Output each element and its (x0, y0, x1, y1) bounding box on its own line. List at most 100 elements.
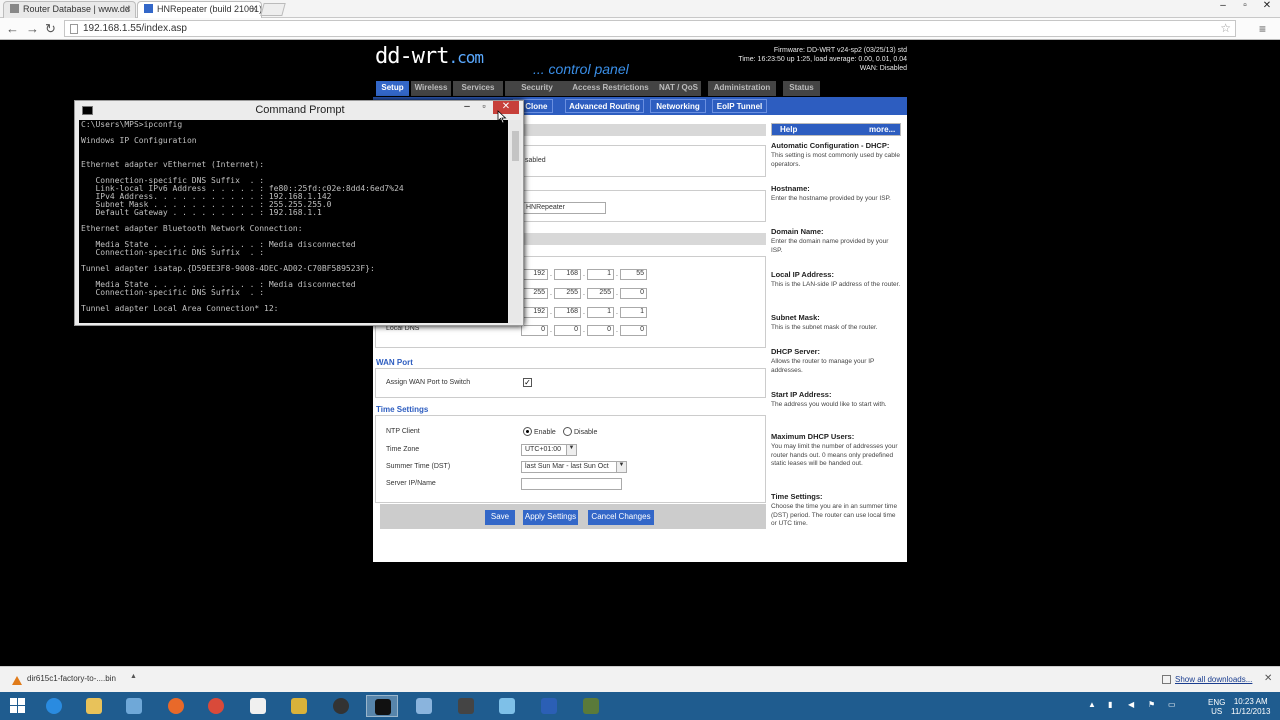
subnet-mask-octet-2[interactable]: 255 (554, 288, 581, 299)
subnet-mask-octet-4[interactable]: 0 (620, 288, 647, 299)
command-prompt-taskbar-icon[interactable] (366, 695, 398, 717)
new-tab-button[interactable] (260, 3, 286, 16)
network-status-icon[interactable]: ▮ (1108, 700, 1112, 709)
language-indicator[interactable]: ENG US (1208, 698, 1225, 716)
back-icon[interactable]: ← (6, 21, 19, 36)
subnet-mask-octet-3[interactable]: 255 (587, 288, 614, 299)
chevron-down-icon: ▼ (616, 462, 626, 472)
assign-wan-checkbox[interactable]: ✓ (523, 378, 532, 387)
gateway-octet-4[interactable]: 1 (620, 307, 647, 318)
local-ip-octet-4[interactable]: 55 (620, 269, 647, 280)
volume-icon[interactable]: ◀ (1128, 700, 1134, 709)
cancel-changes-button[interactable]: Cancel Changes (588, 510, 654, 525)
local-dns-octet-4[interactable]: 0 (620, 325, 647, 336)
chevron-down-icon[interactable]: ▲ (130, 673, 137, 680)
help-more-link[interactable]: more... (869, 125, 895, 134)
help-item-text: Enter the hostname provided by your ISP. (771, 195, 891, 202)
console-line: C:\Users\MPS>ipconfig (81, 120, 183, 129)
url-text: 192.168.1.55/index.asp (83, 23, 187, 34)
local-dns-octet-1[interactable]: 0 (521, 325, 548, 336)
browser-tab-router-database[interactable]: Router Database | www.dd × (3, 1, 136, 18)
close-icon[interactable]: × (251, 4, 257, 15)
file-explorer-icon[interactable] (78, 695, 110, 717)
subnet-mask-octet-1[interactable]: 255 (521, 288, 548, 299)
file-icon (12, 676, 22, 685)
console-output[interactable]: C:\Users\MPS>ipconfig Windows IP Configu… (79, 120, 508, 323)
local-dns-octet-3[interactable]: 0 (587, 325, 614, 336)
local-dns-octet-2[interactable]: 0 (554, 325, 581, 336)
menu-icon[interactable]: ≡ (1259, 22, 1266, 36)
ntp-enable-radio[interactable] (523, 427, 532, 436)
clock[interactable]: 10:23 AM 11/12/2013 (1231, 697, 1270, 717)
battery-icon[interactable]: ▭ (1168, 700, 1176, 709)
terminal-icon[interactable] (450, 695, 482, 717)
tab-access-restrictions[interactable]: Access Restrictions (565, 81, 656, 96)
ip-separator: . (616, 271, 618, 278)
apply-settings-button[interactable]: Apply Settings (523, 510, 578, 525)
ntp-disable-radio[interactable] (563, 427, 572, 436)
star-icon[interactable]: ☆ (1220, 21, 1231, 35)
minimize-icon[interactable]: – (458, 101, 476, 114)
address-bar[interactable]: 192.168.1.55/index.asp ☆ (64, 20, 1236, 37)
hostname-input[interactable]: HNRepeater (522, 202, 606, 214)
server-ip-input[interactable] (521, 478, 622, 490)
firmware-info: Firmware: DD-WRT v24-sp2 (03/25/13) std … (738, 46, 907, 73)
word-icon[interactable] (533, 695, 565, 717)
scrollbar-thumb[interactable] (512, 131, 519, 161)
reload-icon[interactable]: ↻ (45, 21, 56, 37)
tab-setup[interactable]: Setup (376, 81, 409, 96)
summer-time-select[interactable]: last Sun Mar - last Sun Oct ▼ (521, 461, 627, 473)
local-ip-octet-3[interactable]: 1 (587, 269, 614, 280)
chrome-icon[interactable] (200, 695, 232, 717)
tab-wireless[interactable]: Wireless (411, 81, 451, 96)
network-icon[interactable] (118, 695, 150, 717)
ntp-client-label: NTP Client (386, 428, 420, 435)
tools-icon[interactable] (283, 695, 315, 717)
minimize-icon[interactable]: – (1212, 0, 1234, 14)
firefox-icon[interactable] (160, 695, 192, 717)
gateway-octet-2[interactable]: 168 (554, 307, 581, 318)
time-zone-value: UTC+01:00 (525, 446, 561, 453)
tab-security[interactable]: Security (505, 81, 569, 96)
local-ip-octet-1[interactable]: 192 (521, 269, 548, 280)
help-item-title: Maximum DHCP Users: (771, 432, 855, 441)
clock-date: 11/12/2013 (1231, 707, 1271, 716)
download-item[interactable]: dir615c1-factory-to-....bin (4, 671, 138, 689)
tab-networking[interactable]: Networking (650, 99, 706, 113)
gateway-octet-1[interactable]: 192 (521, 307, 548, 318)
tab-eoip-tunnel[interactable]: EoIP Tunnel (712, 99, 767, 113)
firmware-text: Firmware: DD-WRT v24-sp2 (03/25/13) std (773, 47, 907, 54)
time-zone-select[interactable]: UTC+01:00 ▼ (521, 444, 577, 456)
media-icon[interactable] (325, 695, 357, 717)
tab-administration[interactable]: Administration (708, 81, 776, 96)
local-ip-octet-2[interactable]: 168 (554, 269, 581, 280)
help-item-text: Choose the time you are in an summer tim… (771, 503, 898, 527)
close-icon[interactable]: × (125, 4, 131, 15)
tab-advanced-routing[interactable]: Advanced Routing (565, 99, 644, 113)
notes-icon[interactable] (491, 695, 523, 717)
close-window-icon[interactable]: ✕ (1256, 0, 1278, 14)
vm-icon[interactable] (408, 695, 440, 717)
save-button[interactable]: Save (485, 510, 515, 525)
show-hidden-icons[interactable]: ▲ (1088, 700, 1096, 709)
close-icon[interactable]: ✕ (1264, 673, 1272, 684)
maximize-icon[interactable]: ▫ (476, 101, 492, 114)
command-prompt-window[interactable]: Command Prompt – ▫ ✕ C:\Users\MPS>ipconf… (74, 100, 524, 326)
tab-nat-qos[interactable]: NAT / QoS (656, 81, 701, 96)
internet-explorer-icon[interactable] (38, 695, 70, 717)
ip-separator: . (550, 290, 552, 297)
tab-status[interactable]: Status (783, 81, 820, 96)
windows-start-icon[interactable] (10, 698, 26, 714)
gateway-octet-3[interactable]: 1 (587, 307, 614, 318)
page-icon (144, 4, 153, 13)
network-tool-icon[interactable] (575, 695, 607, 717)
tab-services[interactable]: Services (453, 81, 503, 96)
flag-icon[interactable]: ⚑ (1148, 700, 1155, 709)
console-line: Ethernet adapter Bluetooth Network Conne… (81, 224, 303, 233)
maximize-icon[interactable]: ▫ (1234, 0, 1256, 14)
forward-icon[interactable]: → (26, 21, 39, 36)
show-all-downloads-link[interactable]: Show all downloads... (1175, 675, 1252, 684)
help-title: Help (780, 125, 798, 134)
apps-grid-icon[interactable] (242, 695, 274, 717)
browser-tab-hnrepeater[interactable]: HNRepeater (build 21061) × (137, 1, 262, 18)
